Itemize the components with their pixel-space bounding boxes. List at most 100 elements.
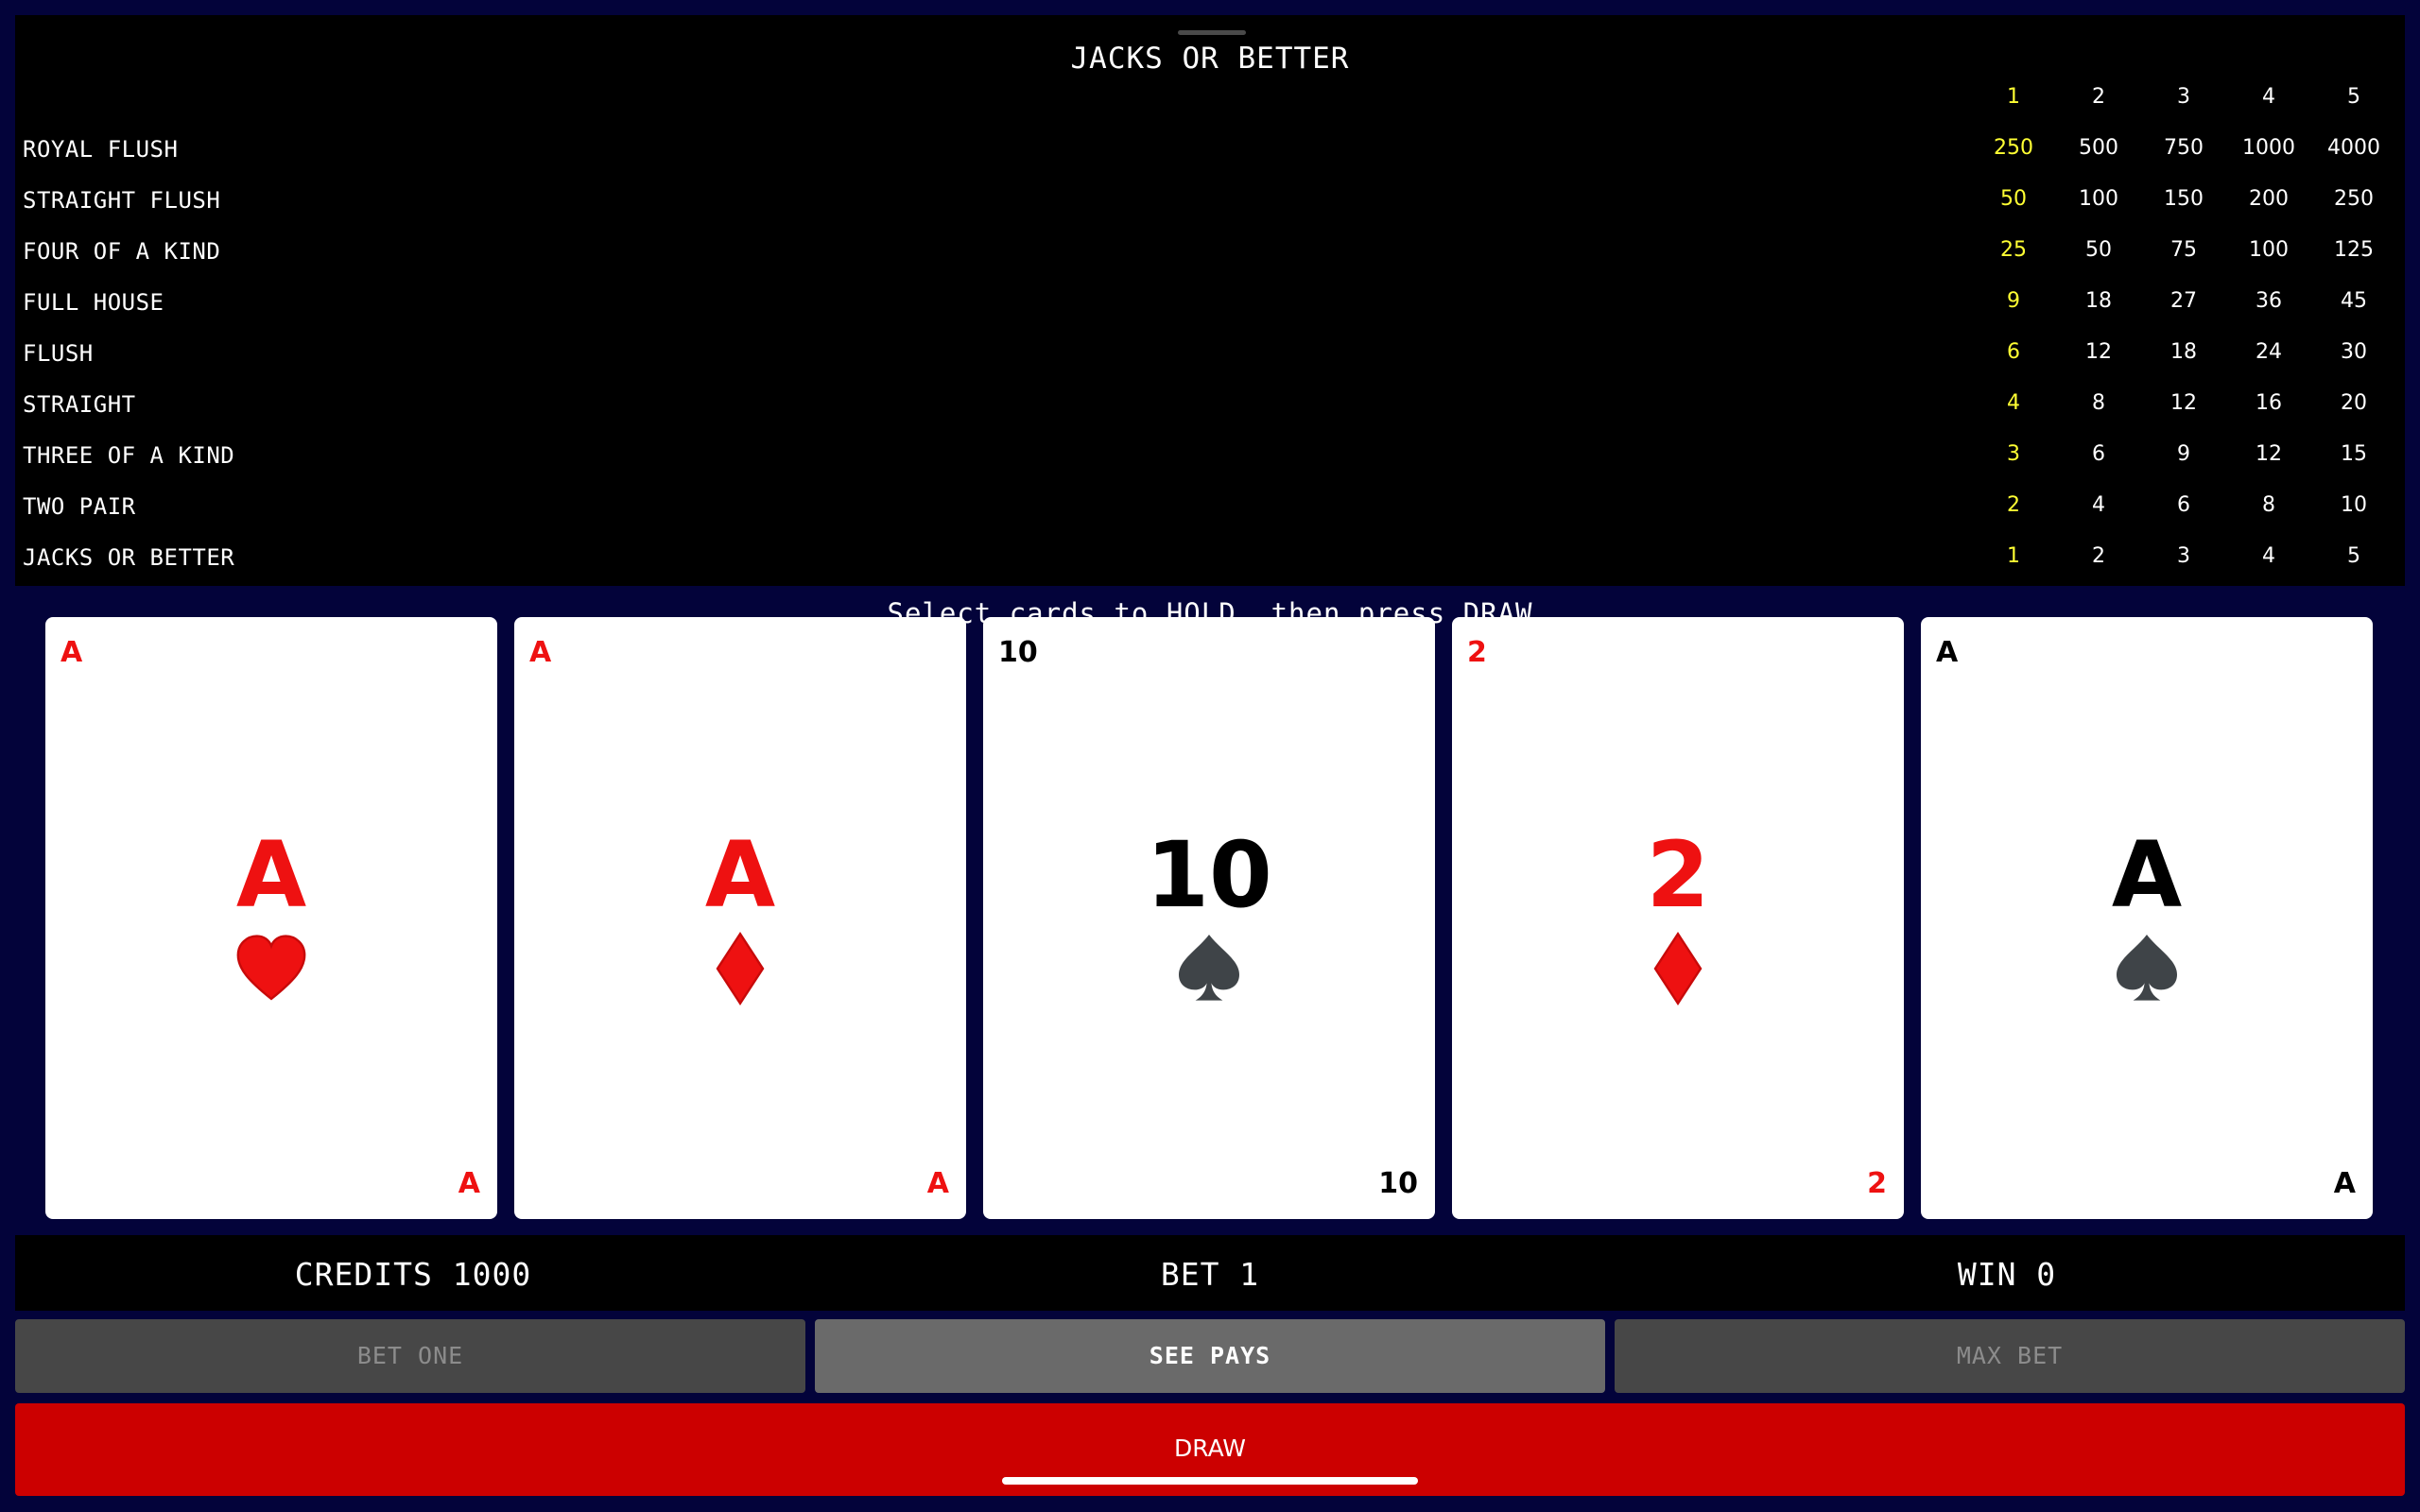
win-display: WIN 0	[1957, 1256, 2057, 1293]
payout-cell: 8	[2092, 391, 2105, 415]
paytable-row: STRAIGHT 4 8 12 16 20	[15, 386, 2405, 423]
bet-column-header: 2	[2092, 85, 2105, 109]
hand-name: THREE OF A KIND	[23, 442, 235, 469]
max-bet-button[interactable]: MAX BET	[1615, 1319, 2405, 1393]
card-rank-center: A	[704, 822, 776, 928]
payout-cell: 200	[2249, 187, 2289, 211]
payout-cell: 4000	[2327, 136, 2380, 160]
paytable-row: FOUR OF A KIND 25 50 75 100 125	[15, 232, 2405, 270]
payout-cell: 24	[2256, 340, 2282, 364]
hand-name: TWO PAIR	[23, 493, 136, 520]
drag-handle	[1178, 30, 1246, 35]
paytable-title: JACKS OR BETTER	[1070, 42, 1350, 76]
card-rank-corner: 10	[1378, 1167, 1418, 1200]
payout-cell: 4	[2262, 544, 2275, 568]
paytable-row: STRAIGHT FLUSH 50 100 150 200 250	[15, 181, 2405, 219]
paytable-row: THREE OF A KIND 3 6 9 12 15	[15, 437, 2405, 474]
payout-cell: 4	[2007, 391, 2020, 415]
spade-icon	[2117, 935, 2177, 1001]
diamond-icon	[1653, 932, 1703, 1005]
bet-display: BET 1	[1160, 1256, 1260, 1293]
payout-cell: 3	[2007, 442, 2020, 466]
payout-cell: 2	[2007, 493, 2020, 517]
payout-cell: 6	[2177, 493, 2190, 517]
payout-cell: 1	[2007, 544, 2020, 568]
payout-cell: 9	[2177, 442, 2190, 466]
card-rank-corner: A	[926, 1167, 949, 1200]
payout-cell: 8	[2262, 493, 2275, 517]
payout-cell: 150	[2164, 187, 2204, 211]
payout-cell: 125	[2334, 238, 2374, 262]
payout-cell: 100	[2249, 238, 2289, 262]
card-rank-corner: A	[458, 1167, 480, 1200]
payout-cell: 12	[2256, 442, 2282, 466]
payout-cell: 20	[2341, 391, 2367, 415]
card-rank-corner: 2	[1867, 1167, 1887, 1200]
card-1[interactable]: A A A	[45, 617, 497, 1219]
card-rank-corner: A	[529, 636, 552, 669]
bet-column-header: 5	[2347, 85, 2360, 109]
hand-name: STRAIGHT	[23, 391, 136, 418]
payout-cell: 27	[2170, 289, 2197, 313]
paytable-row: FLUSH 6 12 18 24 30	[15, 335, 2405, 372]
card-3[interactable]: 10 10 10	[983, 617, 1435, 1219]
bet-column-header: 4	[2262, 85, 2275, 109]
paytable-row: ROYAL FLUSH 250 500 750 1000 4000	[15, 130, 2405, 168]
see-pays-button[interactable]: SEE PAYS	[815, 1319, 1605, 1393]
payout-cell: 1000	[2242, 136, 2295, 160]
payout-cell: 75	[2170, 238, 2197, 262]
card-rank-center: 10	[1146, 822, 1272, 928]
status-bar: CREDITS 1000 BET 1 WIN 0	[15, 1235, 2405, 1311]
card-rank-corner: A	[1936, 636, 1959, 669]
hand-name: JACKS OR BETTER	[23, 544, 235, 571]
payout-cell: 10	[2341, 493, 2367, 517]
payout-cell: 3	[2177, 544, 2190, 568]
hand-name: STRAIGHT FLUSH	[23, 187, 221, 214]
payout-cell: 50	[2085, 238, 2112, 262]
payout-cell: 750	[2164, 136, 2204, 160]
payout-cell: 4	[2092, 493, 2105, 517]
bet-column-header: 3	[2177, 85, 2190, 109]
card-rank-center: 2	[1646, 822, 1710, 928]
payout-cell: 50	[2000, 187, 2027, 211]
card-rank-center: A	[235, 822, 307, 928]
payout-cell: 100	[2079, 187, 2118, 211]
bet-one-button[interactable]: BET ONE	[15, 1319, 805, 1393]
credits-display: CREDITS 1000	[294, 1256, 532, 1293]
card-4[interactable]: 2 2 2	[1452, 617, 1904, 1219]
paytable: JACKS OR BETTER 1 2 3 4 5 ROYAL FLUSH 25…	[15, 15, 2405, 586]
hand-name: FULL HOUSE	[23, 289, 164, 316]
payout-cell: 500	[2079, 136, 2118, 160]
card-rank-corner: 10	[998, 636, 1038, 669]
heart-icon	[236, 935, 306, 1001]
payout-cell: 12	[2170, 391, 2197, 415]
paytable-row: FULL HOUSE 9 18 27 36 45	[15, 284, 2405, 321]
paytable-header-row: 1 2 3 4 5	[15, 79, 2405, 117]
card-2[interactable]: A A A	[514, 617, 966, 1219]
bet-column-header: 1	[2007, 85, 2020, 109]
payout-cell: 6	[2007, 340, 2020, 364]
payout-cell: 45	[2341, 289, 2367, 313]
payout-cell: 9	[2007, 289, 2020, 313]
card-rank-corner: 2	[1467, 636, 1487, 669]
hand-name: FLUSH	[23, 340, 94, 367]
payout-cell: 15	[2341, 442, 2367, 466]
payout-cell: 250	[2334, 187, 2374, 211]
payout-cell: 12	[2085, 340, 2112, 364]
home-indicator[interactable]	[1002, 1477, 1418, 1485]
payout-cell: 25	[2000, 238, 2027, 262]
hand-name: ROYAL FLUSH	[23, 136, 179, 163]
payout-cell: 36	[2256, 289, 2282, 313]
payout-cell: 18	[2085, 289, 2112, 313]
paytable-row: TWO PAIR 2 4 6 8 10	[15, 488, 2405, 525]
paytable-row: JACKS OR BETTER 1 2 3 4 5	[15, 539, 2405, 576]
card-5[interactable]: A A A	[1921, 617, 2373, 1219]
payout-cell: 6	[2092, 442, 2105, 466]
card-rank-corner: A	[2333, 1167, 2356, 1200]
hand-name: FOUR OF A KIND	[23, 238, 221, 265]
payout-cell: 2	[2092, 544, 2105, 568]
payout-cell: 250	[1994, 136, 2033, 160]
spade-icon	[1179, 935, 1239, 1001]
payout-cell: 18	[2170, 340, 2197, 364]
payout-cell: 30	[2341, 340, 2367, 364]
